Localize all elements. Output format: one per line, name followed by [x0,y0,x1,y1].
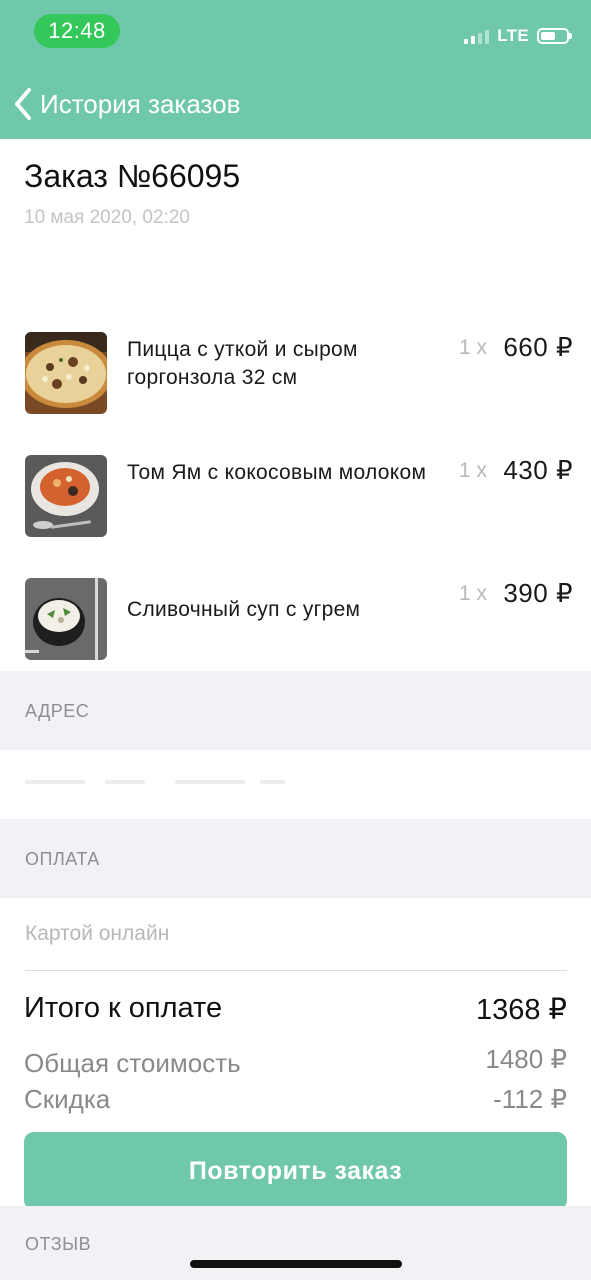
status-indicators: LTE [464,22,572,50]
review-section-header: ОТЗЫВ [0,1206,591,1280]
subtotal-label: Общая стоимость [24,1048,241,1078]
item-price: 390 ₽ [503,578,573,608]
status-time: 12:48 [34,14,120,48]
signal-icon [464,28,490,44]
home-indicator[interactable] [190,1260,402,1268]
pizza-photo [25,332,107,414]
payment-method: Картой онлайн [25,922,170,945]
address-section-header: АДРЕС [0,671,591,750]
item-name: Пицца с уткой и сыром горгонзола 32 см [127,338,358,389]
order-item[interactable]: Сливочный суп с угрем 1 x 390 ₽ [0,578,591,662]
review-header-label: ОТЗЫВ [25,1234,92,1254]
chevron-left-icon [15,88,31,120]
total-label: Итого к оплате [24,992,223,1024]
total-value: 1368 ₽ [475,994,567,1026]
subtotal-value: 1480 ₽ [485,1044,567,1074]
item-quantity: 1 x [458,336,487,359]
payment-section-header: ОПЛАТА [0,819,591,898]
order-date: 10 мая 2020, 02:20 [24,207,190,228]
header-bar: 12:48 LTE История заказов [0,0,591,139]
address-header-label: АДРЕС [25,701,90,721]
item-quantity: 1 x [458,582,487,605]
address-value [25,780,285,786]
divider [25,970,567,971]
back-button[interactable]: История заказов [12,84,240,124]
order-item[interactable]: Том Ям с кокосовым молоком 1 x 430 ₽ [0,455,591,539]
item-price: 660 ₽ [503,332,573,362]
payment-header-label: ОПЛАТА [25,849,100,869]
discount-value: -112 ₽ [493,1084,567,1114]
repeat-order-button[interactable]: Повторить заказ [24,1132,567,1210]
battery-icon [537,28,572,44]
discount-label: Скидка [24,1084,111,1114]
item-quantity: 1 x [458,459,487,482]
network-label: LTE [497,26,529,45]
order-item[interactable]: Пицца с уткой и сыром горгонзола 32 см 1… [0,332,591,416]
tom-yam-soup-photo [25,455,107,537]
cream-soup-photo [25,578,107,660]
item-name: Том Ям с кокосовым молоком [127,461,427,484]
item-price: 430 ₽ [503,455,573,485]
order-title: Заказ №66095 [24,158,241,194]
item-name: Сливочный суп с угрем [127,598,361,621]
back-label: История заказов [40,88,241,119]
